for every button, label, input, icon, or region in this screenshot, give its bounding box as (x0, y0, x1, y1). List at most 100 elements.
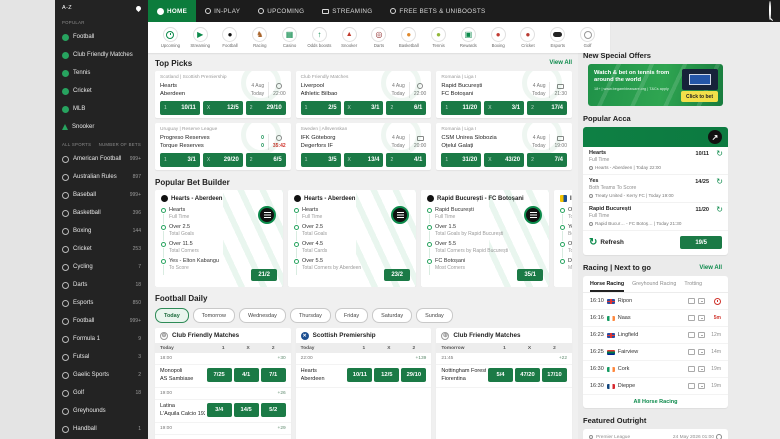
odds-button-draw[interactable]: 14/5 (234, 403, 259, 417)
odds-button-away[interactable]: 26/1 (386, 101, 426, 115)
match-card[interactable]: Sweden | Allsvenskan IFK GöteborgDegerfo… (296, 123, 432, 170)
bet-builder-odds-button[interactable]: 23/2 (384, 269, 410, 281)
league-header[interactable]: ⊕Club Friendly Matches (436, 328, 572, 343)
racecard-icon[interactable] (688, 298, 695, 304)
quick-link-boxing[interactable]: ●Boxing (484, 27, 513, 48)
promo-banner[interactable]: Watch & bet on tennis from around the wo… (588, 64, 723, 106)
sidebar-item-darts[interactable]: Darts18 (55, 276, 148, 294)
quick-link-rewards[interactable]: ▣Rewards (454, 27, 483, 48)
race-row[interactable]: 16:23Lingfield 12m (583, 327, 728, 344)
odds-button-away[interactable]: 229/10 (246, 101, 286, 115)
quick-link-upcoming[interactable]: Upcoming (156, 27, 185, 48)
racecard-icon[interactable] (688, 349, 695, 355)
bet-builder-card[interactable]: Hearts - Aberdeen HeartsFull Time Over 2… (288, 190, 416, 287)
odds-button-away[interactable]: 29/10 (401, 368, 426, 382)
fixture-row[interactable]: HeartsAberdeen 10/11 12/5 29/10 (296, 365, 432, 388)
swap-selection-icon[interactable]: ↻ (716, 150, 723, 158)
pin-icon[interactable] (135, 4, 142, 11)
sidebar-item-baseball[interactable]: Baseball999+ (55, 186, 148, 204)
racecard-icon[interactable] (688, 332, 695, 338)
stream-icon[interactable] (698, 332, 705, 338)
quick-link-snooker[interactable]: ▲Snooker (335, 27, 364, 48)
quick-link-cricket[interactable]: ●Cricket (514, 27, 543, 48)
day-chip-wednesday[interactable]: Wednesday (239, 308, 286, 323)
odds-button-away[interactable]: 26/5 (246, 153, 286, 167)
featured-outright-card[interactable]: Premier League 24 May 2026 01:00 Premier… (583, 429, 728, 439)
odds-button-home[interactable]: 13/5 (301, 153, 341, 167)
acca-total-odds-button[interactable]: 19/5 (680, 236, 722, 249)
quick-link-odds-boosts[interactable]: ↑Odds boosts (305, 27, 334, 48)
odds-button-draw[interactable]: X43/20 (484, 153, 524, 167)
tab-horse-racing[interactable]: Horse Racing (590, 281, 624, 292)
stream-icon[interactable] (698, 383, 705, 389)
odds-button-draw[interactable]: X12/5 (203, 101, 243, 115)
odds-button-away[interactable]: 5/2 (261, 403, 286, 417)
sidebar-item-cricket[interactable]: Cricket253 (55, 240, 148, 258)
racing-view-all-link[interactable]: View All (699, 265, 722, 271)
quick-link-tennis[interactable]: ●Tennis (424, 27, 453, 48)
more-markets-link[interactable]: +29 (278, 426, 286, 431)
match-card[interactable]: Scotland | Scottish Premiership HeartsAb… (155, 71, 291, 118)
sidebar-item-boxing[interactable]: Boxing144 (55, 222, 148, 240)
odds-button-home[interactable]: 3/4 (207, 403, 232, 417)
stream-icon[interactable] (698, 298, 705, 304)
race-row[interactable]: 16:16Naas 5m (583, 310, 728, 327)
odds-button-away[interactable]: 7/1 (261, 368, 286, 382)
odds-button-draw[interactable]: X3/1 (344, 101, 384, 115)
match-card-live[interactable]: Uruguay | Reserve League Progreso Reserv… (155, 123, 291, 170)
stream-icon[interactable] (698, 366, 705, 372)
sidebar-item-cycling[interactable]: Cycling7 (55, 258, 148, 276)
sidebar-item-esports[interactable]: Esports850 (55, 294, 148, 312)
sidebar-item-golf[interactable]: Golf18 (55, 384, 148, 402)
odds-button-away[interactable]: 27/4 (527, 153, 567, 167)
odds-button-home[interactable]: 12/5 (301, 101, 341, 115)
league-header[interactable]: ✕Scottish Premiership (296, 328, 432, 343)
more-markets-link[interactable]: +30 (278, 356, 286, 361)
odds-button-home[interactable]: 13/1 (160, 153, 200, 167)
refresh-button[interactable]: ↻Refresh (589, 238, 624, 248)
fixture-row[interactable]: LatinaL'Aquila Calcio 1927 3/4 14/5 5/2 (155, 400, 291, 423)
race-row[interactable]: 16:10Ripon (583, 293, 728, 310)
sidebar-item-snooker[interactable]: Snooker (55, 118, 148, 136)
league-header[interactable]: ⊕Club Friendly Matches (155, 328, 291, 343)
odds-button-draw[interactable]: 47/20 (515, 368, 540, 382)
odds-button-draw[interactable]: X3/1 (484, 101, 524, 115)
odds-button-draw[interactable]: X29/20 (203, 153, 243, 167)
quick-link-football[interactable]: ●Football (216, 27, 245, 48)
odds-button-draw[interactable]: 4/1 (234, 368, 259, 382)
quick-link-racing[interactable]: ♞Racing (245, 27, 274, 48)
tab-upcoming[interactable]: UPCOMING (249, 0, 313, 22)
race-row[interactable]: 16:25Fairview 14m (583, 344, 728, 361)
match-card[interactable]: Romania | Liga I Rapid BucureștiFC Botoș… (436, 71, 572, 118)
odds-button-away[interactable]: 217/4 (527, 101, 567, 115)
tab-free-bets[interactable]: FREE BETS & UNIBOOSTS (381, 0, 494, 22)
odds-button-away[interactable]: 17/10 (542, 368, 567, 382)
odds-button-home[interactable]: 110/11 (160, 101, 200, 115)
sort-az-toggle[interactable]: A-Z (62, 5, 72, 11)
odds-button-home[interactable]: 131/20 (441, 153, 481, 167)
tab-streaming[interactable]: STREAMING (313, 0, 381, 22)
day-chip-today[interactable]: Today (155, 308, 189, 323)
all-horse-racing-link[interactable]: All Horse Racing (583, 395, 728, 408)
quick-link-basketball[interactable]: ●Basketball (394, 27, 423, 48)
quick-link-esports[interactable]: Esports (543, 27, 572, 48)
quick-link-casino[interactable]: ▦Casino (275, 27, 304, 48)
sidebar-item-gaelic-sports[interactable]: Gaelic Sports2 (55, 366, 148, 384)
tab-in-play[interactable]: IN-PLAY (196, 0, 249, 22)
match-card[interactable]: Club Friendly Matches LiverpoolAthletic … (296, 71, 432, 118)
bet-builder-card[interactable]: Hearts - Aberdeen HeartsFull Time Over 2… (155, 190, 283, 287)
fixture-row[interactable]: Nottingham ForestFiorentina 5/4 47/20 17… (436, 365, 572, 388)
bet-builder-odds-button[interactable]: 21/2 (251, 269, 277, 281)
top-picks-view-all-link[interactable]: View All (549, 60, 572, 66)
odds-button-draw[interactable]: X13/4 (344, 153, 384, 167)
quick-link-streaming[interactable]: ▶Streaming (186, 27, 215, 48)
promo-cta-button[interactable]: Click to bet (681, 91, 718, 102)
sidebar-item-football[interactable]: Football999+ (55, 312, 148, 330)
odds-button-home[interactable]: 111/20 (441, 101, 481, 115)
quick-link-darts[interactable]: ◎Darts (365, 27, 394, 48)
odds-button-away[interactable]: 24/1 (386, 153, 426, 167)
sidebar-item-tennis[interactable]: Tennis (55, 64, 148, 82)
sidebar-item-basketball[interactable]: Basketball396 (55, 204, 148, 222)
bet-builder-card[interactable]: IFK Göteborg - Degerfors IF Over 2.5Tota… (554, 190, 572, 287)
sidebar-item-mlb[interactable]: MLB (55, 100, 148, 118)
